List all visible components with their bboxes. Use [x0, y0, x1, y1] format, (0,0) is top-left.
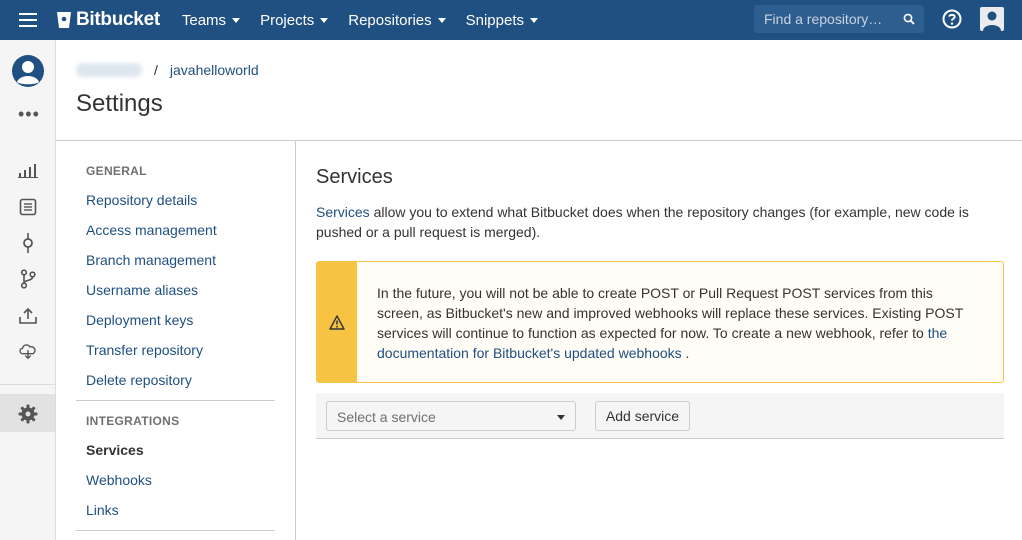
overview-chart-icon[interactable]	[18, 161, 38, 181]
services-intro: Services allow you to extend what Bitbuc…	[316, 204, 969, 240]
nav-projects[interactable]: Projects	[260, 0, 329, 40]
left-sidebar: •••	[0, 40, 56, 540]
deploy-upload-icon[interactable]	[18, 306, 38, 326]
chevron-down-icon	[530, 18, 538, 23]
chevron-down-icon	[232, 18, 241, 23]
nav-repository-details[interactable]: Repository details	[86, 192, 197, 208]
deprecation-warning: In the future, you will not be able to c…	[316, 261, 1004, 383]
breadcrumb-owner-link[interactable]	[76, 63, 142, 77]
integrations-heading: INTEGRATIONS	[86, 414, 180, 428]
search-input[interactable]	[764, 11, 894, 27]
page-title: Settings	[76, 90, 163, 117]
branches-icon[interactable]	[18, 269, 38, 289]
brand-name: Bitbucket	[76, 9, 160, 30]
services-help-link[interactable]: Services	[316, 204, 370, 220]
breadcrumb: / javahelloworld	[76, 62, 259, 78]
nav-teams[interactable]: Teams	[182, 0, 241, 40]
breadcrumb-separator: /	[154, 62, 158, 78]
user-avatar-icon[interactable]	[980, 7, 1004, 31]
warning-icon	[329, 314, 345, 330]
nav-deployment-keys[interactable]: Deployment keys	[86, 312, 193, 328]
help-icon[interactable]	[942, 9, 962, 29]
add-service-button[interactable]: Add service	[595, 401, 690, 431]
nav-links[interactable]: Links	[86, 502, 119, 518]
bitbucket-logo[interactable]: Bitbucket	[56, 9, 160, 31]
bitbucket-bucket-icon	[57, 12, 71, 28]
nav-divider	[76, 400, 275, 401]
chevron-down-icon	[437, 18, 446, 23]
warning-icon-bar	[317, 262, 357, 382]
service-select-placeholder: Select a service	[337, 409, 436, 425]
search-icon[interactable]	[903, 13, 915, 25]
settings-navigation: GENERAL Repository details Access manage…	[56, 141, 296, 540]
nav-services-current[interactable]: Services	[86, 442, 144, 458]
sidebar-divider	[0, 384, 56, 385]
nav-delete-repository[interactable]: Delete repository	[86, 372, 192, 388]
nav-access-management[interactable]: Access management	[86, 222, 217, 238]
top-navigation-bar: Bitbucket Teams Projects Repositories Sn…	[0, 0, 1022, 40]
nav-webhooks[interactable]: Webhooks	[86, 472, 152, 488]
nav-username-aliases[interactable]: Username aliases	[86, 282, 198, 298]
gear-icon[interactable]	[18, 404, 38, 424]
nav-transfer-repository[interactable]: Transfer repository	[86, 342, 203, 358]
nav-snippets[interactable]: Snippets	[466, 0, 538, 40]
repository-search	[754, 5, 924, 33]
source-document-icon[interactable]	[18, 197, 38, 217]
more-options-icon[interactable]: •••	[18, 104, 40, 125]
services-title: Services	[316, 166, 393, 188]
cloud-download-icon[interactable]	[18, 341, 38, 361]
chevron-down-icon	[320, 18, 329, 23]
chevron-down-icon	[557, 415, 565, 420]
breadcrumb-repo-link[interactable]: javahelloworld	[170, 62, 259, 78]
service-select[interactable]: Select a service	[326, 401, 576, 431]
commits-icon[interactable]	[18, 233, 38, 253]
warning-message: In the future, you will not be able to c…	[377, 285, 964, 361]
nav-divider	[76, 530, 275, 531]
account-avatar-icon[interactable]	[12, 55, 44, 87]
add-service-toolbar: Select a service Add service	[316, 393, 1004, 439]
menu-icon[interactable]	[0, 0, 56, 40]
general-heading: GENERAL	[86, 164, 147, 178]
nav-repositories[interactable]: Repositories	[348, 0, 446, 40]
nav-branch-management[interactable]: Branch management	[86, 252, 216, 268]
